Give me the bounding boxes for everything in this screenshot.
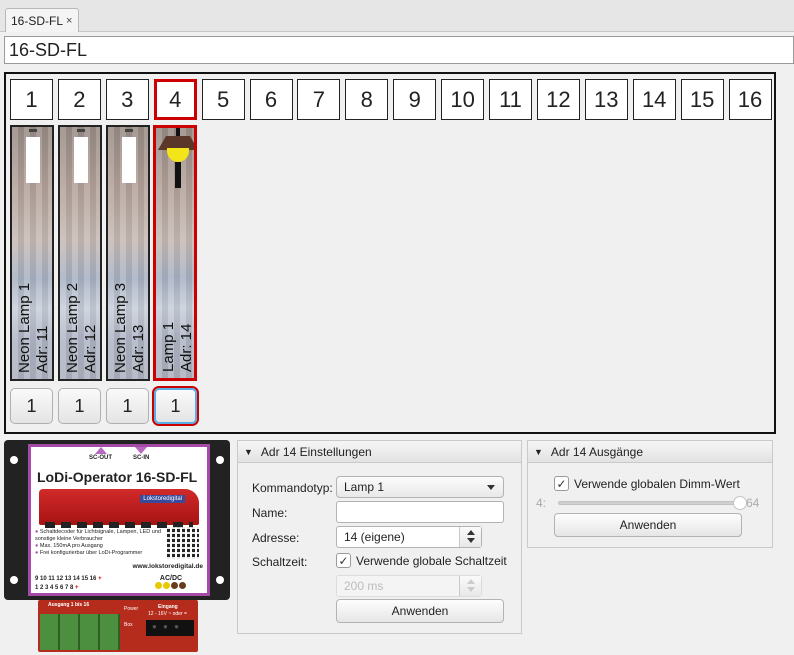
channel-value-button-3[interactable]: 1: [106, 388, 149, 424]
checkmark-icon: ✓: [336, 553, 351, 568]
decoder-board-image: SC-OUT SC-IN LoDi-Operator 16-SD-FL Loks…: [4, 440, 230, 600]
spinner-arrows-icon: [459, 576, 481, 596]
tab-label: 16-SD-FL: [11, 13, 64, 28]
channel-column-4[interactable]: Lamp 1 Adr: 14: [153, 125, 197, 381]
decoder-title: LoDi-Operator 16-SD-FL: [37, 469, 198, 485]
outputs-panel: ▼ Adr 14 Ausgänge ✓ Verwende globalen Di…: [527, 440, 773, 548]
sc-out-arrow-icon: [95, 447, 107, 454]
global-dimm-checkbox[interactable]: ✓ Verwende globalen Dimm-Wert: [554, 476, 740, 491]
website-text: www.lokstoredigital.de: [132, 563, 203, 570]
channel-number-button-10[interactable]: 10: [441, 79, 485, 120]
outputs-apply-button[interactable]: Anwenden: [554, 513, 742, 537]
settings-apply-button[interactable]: Anwenden: [336, 599, 504, 623]
tube-holder-icon: [29, 129, 37, 137]
qr-code-icon: [167, 527, 199, 559]
dimm-slider-knob[interactable]: [733, 496, 747, 510]
channel-number-button-11[interactable]: 11: [489, 79, 532, 120]
brand-logo: Lokstoredigital: [140, 495, 185, 503]
channel-name: Neon Lamp 3: [112, 282, 129, 373]
slider-max-label: 64: [746, 496, 760, 510]
channel-name: Lamp 1: [160, 321, 177, 372]
terminal-block-image: Ausgang 1 bis 16 Power Box Eingang 12 - …: [38, 600, 198, 652]
channel-number-button-4[interactable]: 4: [153, 79, 197, 120]
pin-labels: 9 10 11 12 13 14 15 16 + 1 2 3 4 5 6 7 8…: [35, 576, 102, 591]
dimm-slider-track[interactable]: [558, 501, 740, 505]
channel-number-button-6[interactable]: 6: [249, 79, 293, 120]
channel-number-button-8[interactable]: 8: [345, 79, 389, 120]
channel-value-button-1[interactable]: 1: [10, 388, 53, 424]
close-icon[interactable]: ×: [66, 15, 72, 27]
tab-strip: 16-SD-FL ×: [0, 0, 794, 32]
chevron-down-icon: [487, 485, 495, 490]
adresse-label: Adresse:: [252, 531, 300, 545]
channel-address: Adr: 11: [34, 325, 51, 373]
channel-name: Neon Lamp 2: [64, 282, 81, 373]
decoder-name-field[interactable]: 16-SD-FL: [4, 36, 794, 64]
acdc-label: AC/DC: [155, 575, 187, 591]
channel-number-button-16[interactable]: 16: [728, 79, 772, 120]
settings-panel: ▼ Adr 14 Einstellungen Kommandotyp: Lamp…: [237, 440, 522, 634]
global-schaltzeit-checkbox[interactable]: ✓ Verwende globale Schaltzeit: [336, 553, 507, 568]
channel-column-1[interactable]: Neon Lamp 1 Adr: 11: [10, 125, 54, 381]
outputs-panel-header[interactable]: ▼ Adr 14 Ausgänge: [528, 441, 772, 463]
channel-number-button-2[interactable]: 2: [57, 79, 101, 120]
sc-in-arrow-icon: [135, 447, 147, 454]
name-label: Name:: [252, 506, 288, 520]
name-field[interactable]: [336, 501, 504, 523]
channel-number-button-12[interactable]: 12: [536, 79, 580, 120]
channel-number-button-3[interactable]: 3: [105, 79, 149, 120]
channel-value-button-4[interactable]: 1: [154, 388, 197, 424]
feature-list: Schaltdecoder für Lichtsignale, Lampen, …: [35, 529, 167, 557]
channel-panel: 1 2 3 4 5 6 7 8 9 10 11 12 13 14 15 16 Neon Lamp 1 Adr:…: [4, 72, 776, 434]
channel-value-button-2[interactable]: 1: [58, 388, 101, 424]
channel-number-button-14[interactable]: 14: [632, 79, 676, 120]
checkmark-icon: ✓: [554, 476, 569, 491]
channel-number-button-7[interactable]: 7: [297, 79, 341, 120]
settings-panel-header[interactable]: ▼ Adr 14 Einstellungen: [238, 441, 521, 463]
collapse-triangle-icon: ▼: [534, 446, 543, 457]
channel-number-button-5[interactable]: 5: [201, 79, 245, 120]
tab-16-sd-fl[interactable]: 16-SD-FL ×: [5, 8, 79, 32]
channel-column-3[interactable]: Neon Lamp 3 Adr: 13: [106, 125, 150, 381]
schaltzeit-label: Schaltzeit:: [252, 555, 308, 569]
channel-column-2[interactable]: Neon Lamp 2 Adr: 12: [58, 125, 102, 381]
spinner-arrows-icon[interactable]: [459, 527, 481, 547]
channel-number-button-9[interactable]: 9: [393, 79, 437, 120]
tube-holder-icon: [77, 129, 85, 137]
adresse-spinner[interactable]: 14 (eigene): [336, 526, 482, 548]
channel-address: Adr: 13: [130, 324, 147, 373]
channel-number-button-1[interactable]: 1: [10, 79, 53, 120]
channel-address: Adr: 14: [178, 323, 195, 372]
channel-number-button-13[interactable]: 13: [584, 79, 628, 120]
channel-name: Neon Lamp 1: [16, 282, 33, 373]
schaltzeit-spinner[interactable]: 200 ms: [336, 575, 482, 597]
kommandotyp-select[interactable]: Lamp 1: [336, 476, 504, 498]
tube-holder-icon: [125, 129, 133, 137]
kommandotyp-label: Kommandotyp:: [252, 481, 333, 495]
channel-number-button-15[interactable]: 15: [680, 79, 724, 120]
locomotive-image: Lokstoredigital: [39, 489, 199, 528]
collapse-triangle-icon: ▼: [244, 446, 253, 457]
channel-address: Adr: 12: [82, 324, 99, 373]
slider-min-label: 4:: [536, 496, 547, 510]
